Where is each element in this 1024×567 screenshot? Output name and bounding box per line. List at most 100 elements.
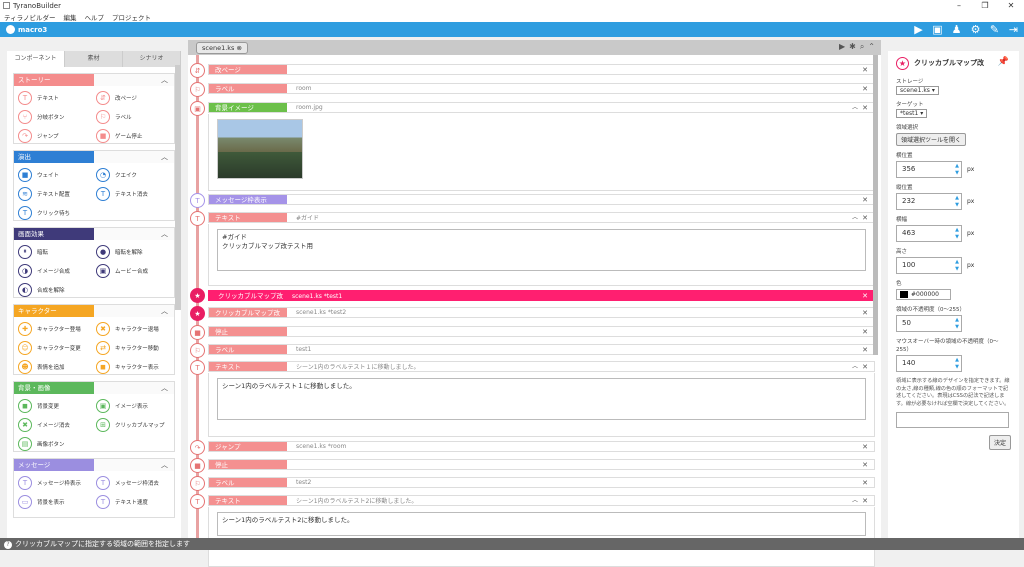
opacity-input[interactable]: 50 ▲ ▼ <box>896 315 962 332</box>
minimize-icon[interactable]: – <box>946 0 972 11</box>
chevron-up-icon[interactable]: ︿ <box>852 362 858 372</box>
row-bar[interactable]: ラベル test2 ✕ <box>208 477 875 488</box>
collapse-icon[interactable]: ⌃ <box>868 42 875 52</box>
component-item[interactable]: ⚐ ラベル <box>96 108 170 125</box>
bug-icon[interactable]: ✱ <box>849 42 856 52</box>
play-icon[interactable]: ▶ <box>912 23 925 36</box>
gear-icon[interactable]: ⚙ <box>969 23 982 36</box>
component-item[interactable]: ■ ゲーム停止 <box>96 127 170 144</box>
component-item[interactable]: ⑂ 分岐ボタン <box>18 108 92 125</box>
area-tool-button[interactable]: 領域選択ツールを開く <box>896 133 967 146</box>
component-item[interactable]: ⊞ クリッカブルマップ <box>96 416 170 433</box>
spinner-icon[interactable]: ▲ ▼ <box>955 317 959 331</box>
row-bar[interactable]: 背景イメージ room.jpg ︿ ✕ <box>208 102 875 113</box>
spinner-icon[interactable]: ▲ ▼ <box>955 357 959 371</box>
close-icon[interactable]: ✕ <box>862 195 868 205</box>
component-item[interactable]: ≋ テキスト配置 <box>18 185 92 202</box>
close-icon[interactable]: ✕ <box>862 327 868 337</box>
storage-select[interactable]: scene1.ks ▾ <box>896 86 939 95</box>
component-item[interactable]: ↷ ジャンプ <box>18 127 92 144</box>
component-item[interactable]: T テキスト消去 <box>96 185 170 202</box>
row-bar[interactable]: ジャンプ scene1.ks *room ✕ <box>208 441 875 452</box>
export-icon[interactable]: ⇥ <box>1007 23 1020 36</box>
component-item[interactable]: T クリック待ち <box>18 204 92 221</box>
close-icon[interactable]: ✕ <box>862 362 868 372</box>
spinner-icon[interactable]: ▲ ▼ <box>955 227 959 241</box>
chevron-up-icon[interactable]: ︿ <box>161 383 168 393</box>
y-input[interactable]: 232 ▲ ▼ <box>896 193 962 210</box>
category-header[interactable]: キャラクター ︿ <box>14 305 174 317</box>
close-icon[interactable]: ✕ <box>862 478 868 488</box>
row-bar[interactable]: テキスト シーン1内のラベルテスト１に移動しました。 ︿ ✕ <box>208 361 875 372</box>
menu-item-project[interactable]: プロジェクト <box>112 12 151 22</box>
row-bar[interactable]: クリッカブルマップ改 scene1.ks *test2 ✕ <box>208 307 875 318</box>
component-item[interactable]: ▣ ムービー合成 <box>96 262 170 279</box>
text-area[interactable]: シーン1内のラベルテスト１に移動しました。 <box>217 378 866 420</box>
component-item[interactable]: ■ ウェイト <box>18 166 92 183</box>
border-input[interactable] <box>896 412 1009 428</box>
component-item[interactable]: ☺ キャラクター変更 <box>18 339 92 356</box>
row-bar[interactable]: テキスト #ガイド ︿ ✕ <box>208 212 875 223</box>
chevron-up-icon[interactable]: ︿ <box>852 496 858 506</box>
tab-scenario[interactable]: シナリオ <box>123 51 181 67</box>
spinner-icon[interactable]: ▲ ▼ <box>955 163 959 177</box>
play-scene-icon[interactable]: ▶ <box>839 42 845 52</box>
chevron-up-icon[interactable]: ︿ <box>161 152 168 162</box>
editor-scrollbar[interactable] <box>873 55 878 355</box>
text-area[interactable]: シーン1内のラベルテスト2に移動しました。 <box>217 512 866 536</box>
category-header[interactable]: ストーリー ︿ <box>14 74 174 86</box>
close-icon[interactable]: ✕ <box>862 442 868 452</box>
chevron-up-icon[interactable]: ︿ <box>852 103 858 113</box>
component-item[interactable]: ▣ イメージ表示 <box>96 397 170 414</box>
row-bar[interactable]: 停止 ✕ <box>208 459 875 470</box>
chevron-up-icon[interactable]: ︿ <box>161 229 168 239</box>
ok-button[interactable]: 決定 <box>988 435 1011 450</box>
component-item[interactable]: ◔ クエイク <box>96 166 170 183</box>
close-icon[interactable]: ✕ <box>998 0 1024 11</box>
component-item[interactable]: T メッセージ枠消去 <box>96 474 170 491</box>
spinner-icon[interactable]: ▲ ▼ <box>955 259 959 273</box>
component-item[interactable]: ▤ 画像ボタン <box>18 435 92 452</box>
component-item[interactable]: ◑ イメージ合成 <box>18 262 92 279</box>
scene-tab[interactable]: scene1.ks ⊗ <box>196 41 248 54</box>
category-header[interactable]: メッセージ ︿ <box>14 459 174 471</box>
chevron-up-icon[interactable]: ︿ <box>161 460 168 470</box>
users-icon[interactable]: ♟ <box>950 23 963 36</box>
category-header[interactable]: 画面効果 ︿ <box>14 228 174 240</box>
close-icon[interactable]: ✕ <box>862 84 868 94</box>
row-bar[interactable]: ラベル test1 ✕ <box>208 344 875 355</box>
row-bar[interactable]: 改ページ ✕ <box>208 64 875 75</box>
menu-item-help[interactable]: ヘルプ <box>84 12 104 22</box>
width-input[interactable]: 463 ▲ ▼ <box>896 225 962 242</box>
component-item[interactable]: ✚ キャラクター登場 <box>18 320 92 337</box>
component-item[interactable]: T テキスト速度 <box>96 493 170 510</box>
row-bar[interactable]: テキスト シーン1内のラベルテスト2に移動しました。 ︿ ✕ <box>208 495 875 506</box>
height-input[interactable]: 100 ▲ ▼ <box>896 257 962 274</box>
component-item[interactable]: ✖ キャラクター退場 <box>96 320 170 337</box>
color-picker[interactable]: #000000 <box>896 289 951 300</box>
search-icon[interactable]: ⌕ <box>860 42 864 52</box>
category-header[interactable]: 背景・画像 ︿ <box>14 382 174 394</box>
text-area[interactable]: #ガイド クリッカブルマップ改テスト用 <box>217 229 866 271</box>
chevron-up-icon[interactable]: ︿ <box>161 75 168 85</box>
x-input[interactable]: 356 ▲ ▼ <box>896 161 962 178</box>
menu-item-edit[interactable]: 編集 <box>63 12 76 22</box>
row-bar[interactable]: メッセージ枠表示 ✕ <box>208 194 875 205</box>
row-bar[interactable]: 停止 ✕ <box>208 326 875 337</box>
component-item[interactable]: ◼ 背景変更 <box>18 397 92 414</box>
close-icon[interactable]: ✕ <box>862 103 868 113</box>
close-icon[interactable]: ✕ <box>862 213 868 223</box>
component-item[interactable]: ✖ イメージ消去 <box>18 416 92 433</box>
spinner-icon[interactable]: ▲ ▼ <box>955 195 959 209</box>
chevron-up-icon[interactable]: ︿ <box>852 213 858 223</box>
close-icon[interactable]: ✕ <box>862 308 868 318</box>
close-icon[interactable]: ✕ <box>862 496 868 506</box>
component-item[interactable]: T テキスト <box>18 89 92 106</box>
category-header[interactable]: 演出 ︿ <box>14 151 174 163</box>
component-item[interactable]: ◐ 合成を解除 <box>18 281 92 298</box>
component-item[interactable]: T メッセージ枠表示 <box>18 474 92 491</box>
row-bar[interactable]: クリッカブルマップ改 scene1.ks *test1 ✕ <box>208 290 875 301</box>
component-item[interactable]: ⇵ 改ページ <box>96 89 170 106</box>
target-select[interactable]: *test1 ▾ <box>896 109 928 118</box>
chevron-up-icon[interactable]: ︿ <box>161 306 168 316</box>
